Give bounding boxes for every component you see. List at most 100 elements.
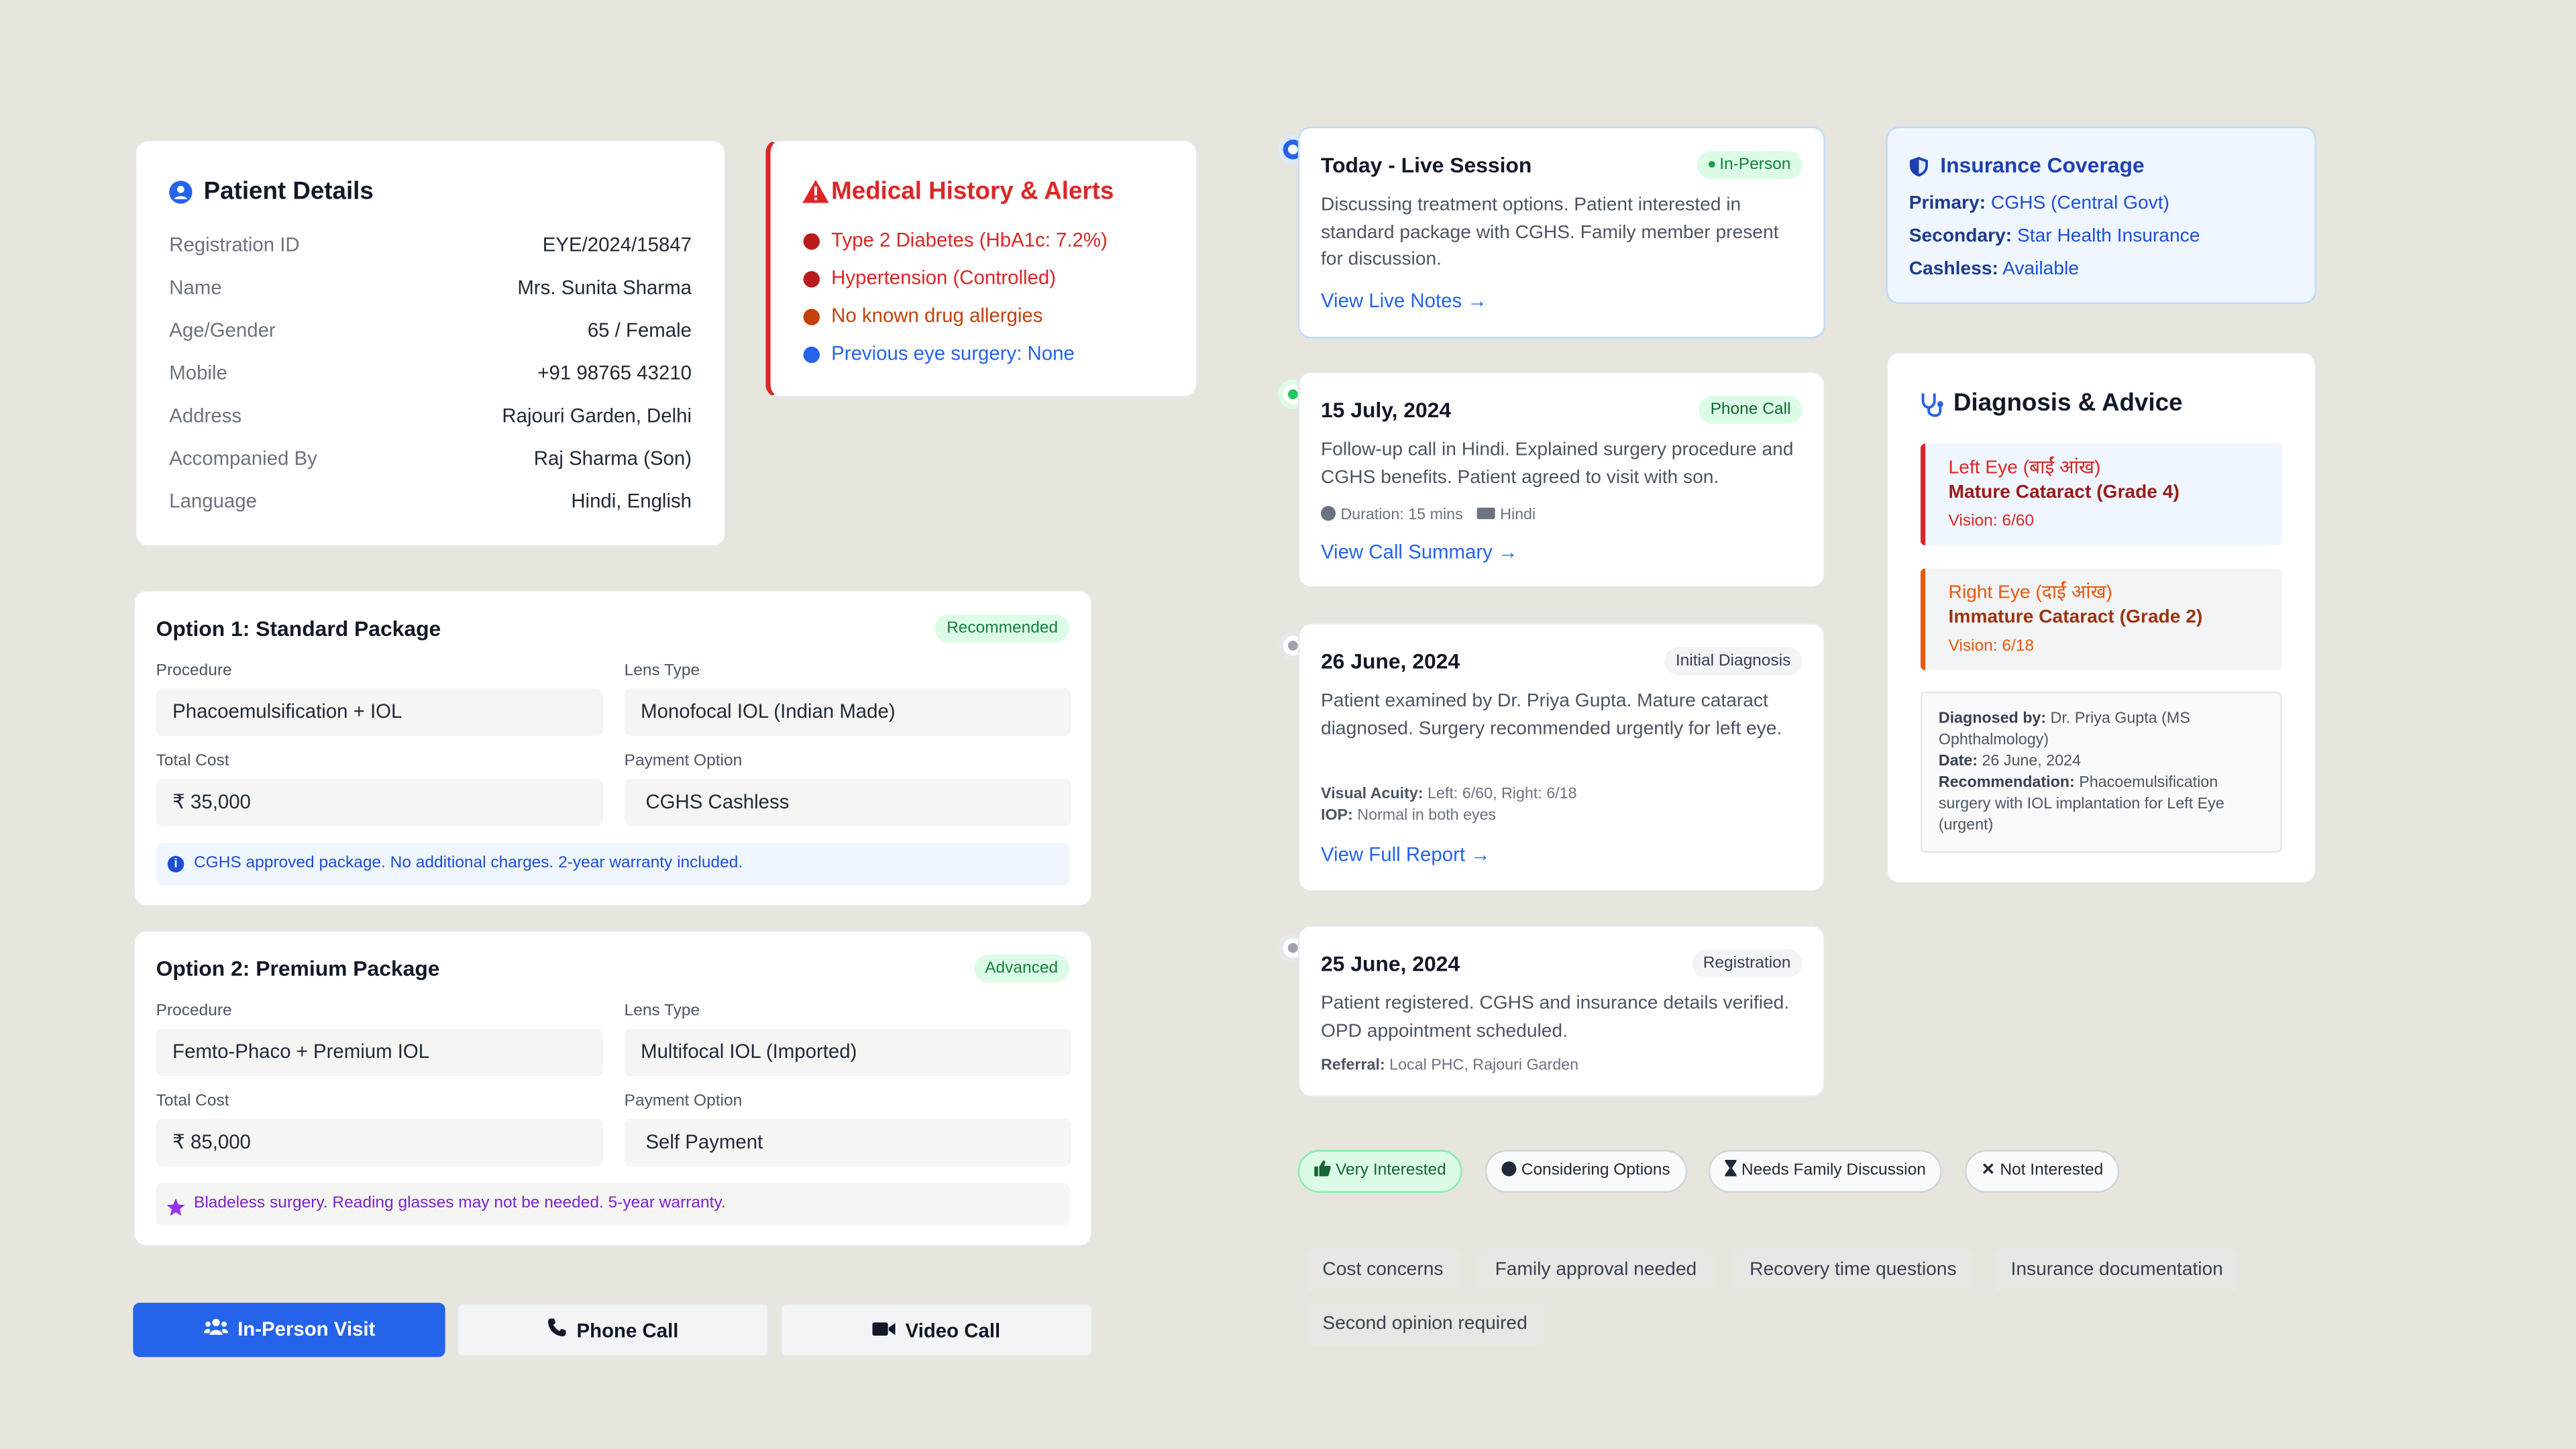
live-dot-icon bbox=[1708, 161, 1715, 168]
info-icon: i bbox=[167, 855, 184, 873]
diagnosis-summary: Diagnosed by: Dr. Priya Gupta (MS Ophtha… bbox=[1920, 692, 2282, 853]
patient-details-card: Patient Details Registration ID EYE/2024/… bbox=[134, 140, 727, 547]
timeline-type-badge: Registration bbox=[1691, 949, 1803, 978]
hourglass-icon bbox=[1725, 1153, 1737, 1193]
diagnosis-advice-card: Diagnosis & Advice Left Eye (बाईं आंख) M… bbox=[1886, 352, 2317, 884]
phone-call-button[interactable]: Phone Call bbox=[456, 1303, 769, 1359]
eye-name: Left Eye (बाईं आंख) bbox=[1948, 458, 2101, 478]
timeline-type-badge: Initial Diagnosis bbox=[1664, 647, 1803, 676]
patient-row-language: Language Hindi, English bbox=[169, 489, 692, 513]
timeline-type-badge: In-Person bbox=[1696, 151, 1803, 179]
view-call-summary-link[interactable]: View Call Summary → bbox=[1321, 541, 1517, 564]
insurance-coverage-card: Insurance Coverage Primary: CGHS (Centra… bbox=[1886, 126, 2317, 305]
referral-info: Referral: Local PHC, Rajouri Garden bbox=[1320, 1056, 1579, 1075]
eye-vision: Vision: 6/60 bbox=[1948, 513, 2035, 531]
timeline-entry-text: Follow-up call in Hindi. Explained surge… bbox=[1320, 440, 1794, 488]
standard-package-card[interactable]: Option 1: Standard Package Recommended P… bbox=[133, 590, 1093, 907]
procedure-field[interactable]: Phacoemulsification + IOL bbox=[156, 688, 603, 737]
video-call-button[interactable]: Video Call bbox=[780, 1303, 1093, 1359]
payment-option-label: Payment Option bbox=[624, 1092, 743, 1111]
phone-icon bbox=[547, 1305, 566, 1359]
clock-icon bbox=[1501, 1161, 1517, 1177]
clock-icon bbox=[1320, 506, 1336, 521]
payment-option-field[interactable]: Self Payment bbox=[624, 1118, 1071, 1167]
warning-icon bbox=[802, 179, 830, 212]
patient-row-address: Address Rajouri Garden, Delhi bbox=[169, 404, 692, 427]
timeline-entry-title: Today - Live Session bbox=[1320, 152, 1532, 178]
timeline-entry-text: Patient registered. CGHS and insurance d… bbox=[1320, 994, 1790, 1041]
language-icon bbox=[1477, 507, 1495, 519]
payment-option-field[interactable]: CGHS Cashless bbox=[624, 778, 1071, 826]
thumbs-up-icon bbox=[1314, 1153, 1331, 1193]
close-icon: ✕ bbox=[1981, 1161, 1996, 1180]
package-note: i CGHS approved package. No additional c… bbox=[156, 843, 1070, 886]
timeline-entry-title: 25 June, 2024 bbox=[1320, 951, 1460, 976]
total-cost-field[interactable]: ₹ 35,000 bbox=[156, 778, 603, 826]
eye-name: Right Eye (दाईं आंख) bbox=[1948, 583, 2112, 603]
timeline-entry-title: 15 July, 2024 bbox=[1320, 397, 1452, 423]
interest-considering-options[interactable]: Considering Options bbox=[1485, 1150, 1687, 1193]
procedure-label: Procedure bbox=[156, 661, 232, 680]
cashless-status: Cashless: Available bbox=[1909, 259, 2079, 280]
patient-row-mobile: Mobile +91 98765 43210 bbox=[169, 361, 692, 385]
timeline-entry-text: Patient examined by Dr. Priya Gupta. Mat… bbox=[1320, 692, 1782, 739]
concern-tag[interactable]: Recovery time questions bbox=[1733, 1248, 1974, 1291]
total-cost-label: Total Cost bbox=[156, 752, 229, 771]
timeline-entry-text: Discussing treatment options. Patient in… bbox=[1320, 195, 1779, 270]
interest-very-interested[interactable]: Very Interested bbox=[1297, 1150, 1463, 1193]
view-live-notes-link[interactable]: View Live Notes → bbox=[1321, 289, 1487, 312]
timeline-entry-title: 26 June, 2024 bbox=[1320, 649, 1460, 674]
timeline-entry-phone-call: 15 July, 2024 Phone Call Follow-up call … bbox=[1297, 371, 1825, 588]
interest-not-interested[interactable]: ✕ Not Interested bbox=[1964, 1150, 2120, 1193]
user-circle-icon bbox=[169, 180, 193, 204]
patient-row-accompanied: Accompanied By Raj Sharma (Son) bbox=[169, 447, 692, 470]
interest-needs-family-discussion[interactable]: Needs Family Discussion bbox=[1708, 1150, 1943, 1193]
view-full-report-link[interactable]: View Full Report → bbox=[1321, 843, 1491, 865]
secondary-insurance: Secondary: Star Health Insurance bbox=[1909, 226, 2200, 247]
patient-details-title: Patient Details bbox=[203, 177, 374, 206]
call-language: Hindi bbox=[1500, 506, 1536, 525]
medical-history-title: Medical History & Alerts bbox=[831, 177, 1114, 206]
timeline-entry-initial-diagnosis: 26 June, 2024 Initial Diagnosis Patient … bbox=[1297, 623, 1825, 892]
eye-condition: Mature Cataract (Grade 4) bbox=[1948, 483, 2180, 503]
lens-type-label: Lens Type bbox=[624, 1002, 700, 1020]
concern-tag[interactable]: Second opinion required bbox=[1305, 1303, 1544, 1346]
insurance-title: Insurance Coverage bbox=[1940, 152, 2145, 178]
total-cost-label: Total Cost bbox=[156, 1092, 229, 1111]
concern-tag[interactable]: Insurance documentation bbox=[1994, 1248, 2240, 1291]
timeline-type-badge: Phone Call bbox=[1699, 396, 1803, 424]
eye-vision: Vision: 6/18 bbox=[1948, 637, 2035, 656]
shield-icon bbox=[1909, 156, 1929, 186]
lens-type-label: Lens Type bbox=[624, 661, 700, 680]
advanced-badge: Advanced bbox=[973, 954, 1070, 983]
package-note: Bladeless surgery. Reading glasses may n… bbox=[156, 1183, 1070, 1226]
iop-reading: IOP: Normal in both eyes bbox=[1320, 806, 1497, 825]
package-title: Option 1: Standard Package bbox=[156, 616, 441, 641]
patient-row-name: Name Mrs. Sunita Sharma bbox=[169, 276, 692, 299]
patient-row-age-gender: Age/Gender 65 / Female bbox=[169, 319, 692, 342]
star-icon bbox=[166, 1193, 185, 1236]
payment-option-label: Payment Option bbox=[624, 752, 743, 771]
in-person-visit-button[interactable]: In-Person Visit bbox=[133, 1303, 445, 1357]
recommended-badge: Recommended bbox=[934, 614, 1070, 643]
total-cost-field[interactable]: ₹ 85,000 bbox=[156, 1118, 603, 1167]
medical-history-card: Medical History & Alerts Type 2 Diabetes… bbox=[765, 140, 1198, 398]
procedure-label: Procedure bbox=[156, 1002, 232, 1020]
premium-package-card[interactable]: Option 2: Premium Package Advanced Proce… bbox=[133, 930, 1093, 1247]
call-meta: Duration: 15 mins Hindi bbox=[1320, 506, 1536, 525]
timeline-entry-live-session: Today - Live Session In-Person Discussin… bbox=[1297, 126, 1825, 339]
primary-insurance: Primary: CGHS (Central Govt) bbox=[1909, 193, 2169, 214]
patient-row-registration: Registration ID EYE/2024/15847 bbox=[169, 233, 692, 257]
lens-type-field[interactable]: Multifocal IOL (Imported) bbox=[624, 1028, 1071, 1077]
users-icon bbox=[203, 1303, 228, 1358]
call-duration: Duration: 15 mins bbox=[1340, 506, 1463, 525]
right-eye-diagnosis: Right Eye (दाईं आंख) Immature Cataract (… bbox=[1920, 568, 2282, 671]
procedure-field[interactable]: Femto-Phaco + Premium IOL bbox=[156, 1028, 603, 1077]
left-eye-diagnosis: Left Eye (बाईं आंख) Mature Cataract (Gra… bbox=[1920, 443, 2282, 546]
video-icon bbox=[872, 1305, 896, 1359]
diagnosis-title: Diagnosis & Advice bbox=[1953, 389, 2183, 418]
lens-type-field[interactable]: Monofocal IOL (Indian Made) bbox=[624, 688, 1071, 737]
timeline-entry-registration: 25 June, 2024 Registration Patient regis… bbox=[1297, 924, 1825, 1097]
concern-tag[interactable]: Family approval needed bbox=[1479, 1248, 1713, 1291]
concern-tag[interactable]: Cost concerns bbox=[1305, 1248, 1460, 1291]
